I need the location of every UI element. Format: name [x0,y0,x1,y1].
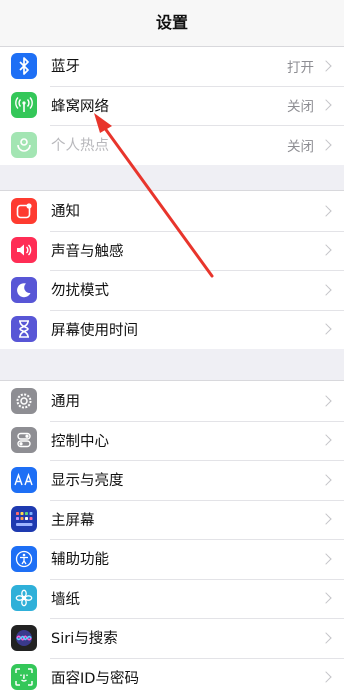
moon-icon [11,277,37,303]
settings-row-label: 蜂窝网络 [51,95,287,116]
settings-row-label: 通用 [51,390,322,411]
settings-row-notifications[interactable]: 通知 [0,191,344,231]
settings-row-label: 辅助功能 [51,548,322,569]
settings-row-cellular[interactable]: 蜂窝网络 关闭 [0,86,344,126]
chevron-right-icon [320,245,331,256]
chevron-right-icon [320,205,331,216]
settings-row-wallpaper[interactable]: 墙纸 [0,579,344,619]
home-screen-icon [11,506,37,532]
display-icon [11,467,37,493]
wallpaper-icon [11,585,37,611]
settings-row-display[interactable]: 显示与亮度 [0,460,344,500]
settings-row-label: 显示与亮度 [51,469,322,490]
settings-row-control-center[interactable]: 控制中心 [0,421,344,461]
settings-row-label: 主屏幕 [51,509,322,530]
chevron-right-icon [320,553,331,564]
chevron-right-icon [320,593,331,604]
cellular-icon [11,92,37,118]
settings-row-value: 打开 [287,56,314,76]
nav-bar: 设置 [0,0,344,47]
settings-row-siri[interactable]: Siri与搜索 [0,618,344,658]
bluetooth-icon [11,53,37,79]
settings-row-label: 声音与触感 [51,240,322,261]
chevron-right-icon [320,395,331,406]
settings-row-do-not-disturb[interactable]: 勿扰模式 [0,270,344,310]
chevron-right-icon [320,474,331,485]
chevron-right-icon [320,60,331,71]
settings-row-value: 关闭 [287,95,314,115]
chevron-right-icon [320,100,331,111]
settings-row-value: 关闭 [287,135,314,155]
chevron-right-icon [320,514,331,525]
settings-row-label: 蓝牙 [51,55,287,76]
settings-row-label: 墙纸 [51,588,322,609]
settings-row-screen-time[interactable]: 屏幕使用时间 [0,310,344,350]
chevron-right-icon [320,672,331,683]
settings-row-bluetooth[interactable]: 蓝牙 打开 [0,46,344,86]
sounds-icon [11,237,37,263]
chevron-right-icon [320,284,331,295]
notifications-icon [11,198,37,224]
control-center-icon [11,427,37,453]
general-group: 通用 控制中心 显示与亮度 主屏幕 辅助功能 [0,380,344,697]
notifications-group: 通知 声音与触感 勿扰模式 屏幕使用时间 [0,190,344,349]
hourglass-icon [11,316,37,342]
settings-row-general[interactable]: 通用 [0,381,344,421]
settings-row-label: 勿扰模式 [51,279,322,300]
page-title: 设置 [156,9,188,33]
settings-row-label: 面容ID与密码 [51,667,322,688]
settings-row-face-id[interactable]: 面容ID与密码 [0,658,344,697]
gear-icon [11,388,37,414]
settings-row-label: Siri与搜索 [51,627,322,648]
chevron-right-icon [320,632,331,643]
chevron-right-icon [320,435,331,446]
settings-row-label: 通知 [51,200,322,221]
siri-icon [11,625,37,651]
settings-row-label: 个人热点 [51,134,287,155]
settings-row-label: 屏幕使用时间 [51,319,322,340]
settings-row-home-screen[interactable]: 主屏幕 [0,500,344,540]
face-id-icon [11,664,37,690]
accessibility-icon [11,546,37,572]
settings-row-hotspot[interactable]: 个人热点 关闭 [0,125,344,165]
connectivity-group: 蓝牙 打开 蜂窝网络 关闭 个人热点 关闭 [0,46,344,165]
hotspot-icon [11,132,37,158]
settings-row-accessibility[interactable]: 辅助功能 [0,539,344,579]
settings-row-sounds[interactable]: 声音与触感 [0,231,344,271]
settings-row-label: 控制中心 [51,430,322,451]
chevron-right-icon [320,324,331,335]
chevron-right-icon [320,139,331,150]
